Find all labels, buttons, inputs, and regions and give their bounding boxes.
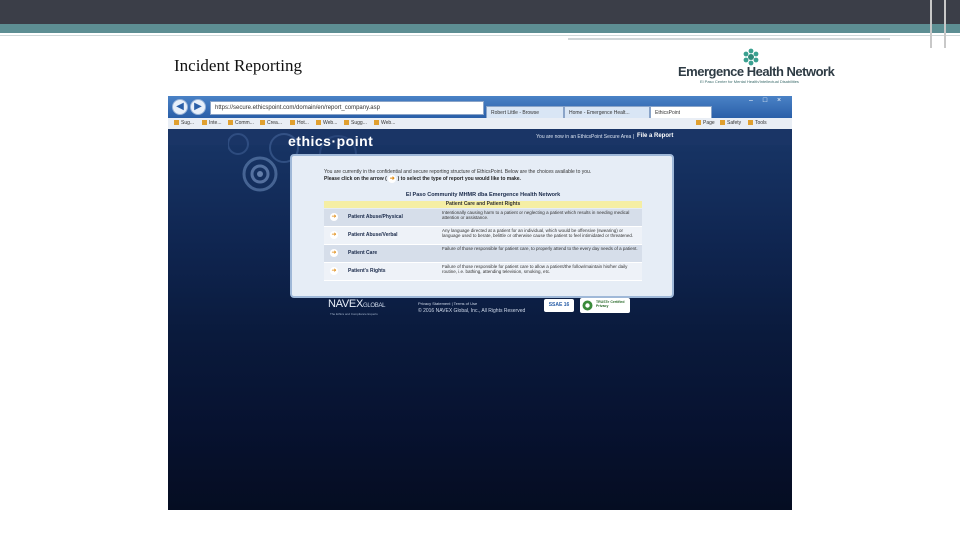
report-type-description: Intentionally causing harm to a patient … [442,210,630,220]
favorite-item[interactable]: Sugg... [344,119,367,128]
slide-divider [0,35,960,36]
navex-global: GLOBAL [362,303,386,309]
report-type-label[interactable]: Patient Abuse/Verbal [348,232,398,238]
slide-top-band [0,0,960,24]
corner-decoration [944,0,946,48]
navex-tagline: The Ethics and Compliance Experts [330,312,378,316]
footer-links[interactable]: Privacy Statement | Terms of Use [418,301,477,306]
emergence-logo: Emergence Health Network El Paso Center … [678,46,835,86]
slide-rule [568,38,890,40]
ssae-badge[interactable]: SSAE 16 [544,299,574,312]
report-type-label[interactable]: Patient Care [348,250,377,256]
report-type-row[interactable]: ➜ Patient Abuse/Verbal Any language dire… [324,227,642,245]
arrow-icon[interactable]: ➜ [330,213,338,221]
report-type-list: ➜ Patient Abuse/Physical Intentionally c… [324,209,642,281]
favorite-item[interactable]: Hot... [290,119,309,128]
report-type-row[interactable]: ➜ Patient's Rights Failure of those resp… [324,263,642,281]
address-bar[interactable]: https://secure.ethicspoint.com/domain/en… [210,101,484,115]
site-footer: NAVEXGLOBAL The Ethics and Compliance Ex… [318,296,648,320]
report-type-row[interactable]: ➜ Patient Care Failure of those responsi… [324,245,642,263]
browser-toolbar: ◀ ▶ https://secure.ethicspoint.com/domai… [168,96,792,119]
back-button[interactable]: ◀ [172,99,188,115]
intro-line-1: You are currently in the confidential an… [324,169,592,175]
category-header: Patient Care and Patient Rights [324,201,642,208]
ethicspoint-screenshot: ◀ ▶ https://secure.ethicspoint.com/domai… [168,96,792,510]
arrow-icon[interactable]: ➜ [330,249,338,257]
arrow-icon[interactable]: ➜ [330,267,338,275]
tools-menu[interactable]: Tools [748,119,767,128]
report-type-label[interactable]: Patient Abuse/Physical [348,214,403,220]
favorite-item[interactable]: Sug... [174,119,194,128]
truste-badge[interactable]: TRUSTe Certified Privacy [580,298,630,313]
forward-button[interactable]: ▶ [190,99,206,115]
report-panel: You are currently in the confidential an… [290,154,674,298]
slide-title: Incident Reporting [174,56,302,75]
close-icon[interactable]: × [774,97,784,105]
intro-line-2a: Please click on the arrow ( [324,176,387,183]
logo-name: Emergence Health Network [678,64,835,79]
copyright-text: © 2016 NAVEX Global, Inc., All Rights Re… [418,308,526,314]
intro-text: You are currently in the confidential an… [324,169,642,183]
maximize-icon[interactable]: □ [760,97,770,105]
logo-subtitle: El Paso Center for Mental Health/Intelle… [700,79,799,84]
page-menu[interactable]: Page [696,119,715,128]
secure-area-text: You are now in an EthicsPoint Secure Are… [536,134,634,140]
truste-text: TRUSTe Certified Privacy [596,300,625,308]
arrow-icon[interactable]: ➜ [330,231,338,239]
organization-name: El Paso Community MHMR dba Emergence Hea… [405,192,561,198]
navex-name: NAVEX [328,298,363,310]
corner-decoration [930,0,932,48]
favorite-item[interactable]: Inte... [202,119,222,128]
truste-seal-icon [582,300,593,311]
report-type-description: Failure of those responsible for patient… [442,264,628,274]
favorite-item[interactable]: Web... [374,119,395,128]
report-type-row[interactable]: ➜ Patient Abuse/Physical Intentionally c… [324,209,642,227]
ethicspoint-brand: ethics·point [288,133,374,149]
report-type-description: Failure of those responsible for patient… [442,246,638,251]
favorite-item[interactable]: Comm... [228,119,254,128]
minimize-icon[interactable]: – [746,97,756,105]
report-type-label[interactable]: Patient's Rights [348,268,386,274]
slide-teal-band [0,24,960,33]
file-report-link[interactable]: File a Report [637,133,673,139]
favorite-item[interactable]: Crea... [260,119,282,128]
safety-menu[interactable]: Safety [720,119,741,128]
report-type-description: Any language directed at a patient for a… [442,228,634,238]
favorite-item[interactable]: Web... [316,119,337,128]
intro-line-2b: ) to select the type of report you would… [397,176,521,183]
navex-logo: NAVEXGLOBAL [328,298,386,310]
arrow-icon: ➜ [388,175,397,183]
